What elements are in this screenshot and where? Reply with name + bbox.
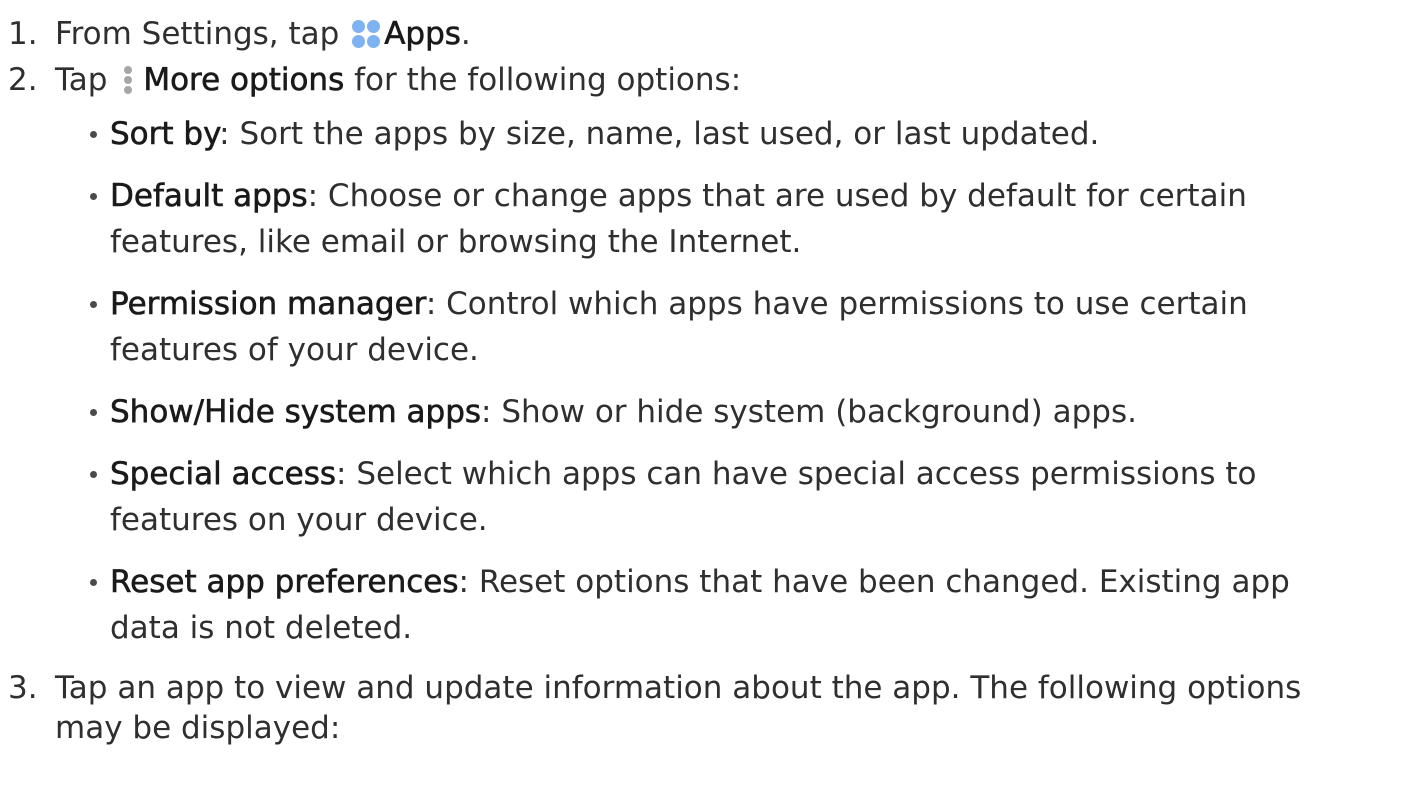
option-desc: : Choose or change apps that are used by… <box>307 178 1247 214</box>
step-text-after: for the following options: <box>354 62 742 98</box>
option-term: Permission manager <box>110 286 426 323</box>
option-text: Default apps: Choose or change apps that… <box>110 176 1400 268</box>
option-term: Default apps <box>110 178 308 215</box>
apps-label: Apps <box>384 16 461 53</box>
option-desc: : Reset options that have been changed. … <box>458 564 1290 600</box>
option-desc-cont: features on your device. <box>110 502 488 538</box>
option-desc-cont: features of your device. <box>110 332 479 368</box>
option-term: Sort by <box>110 116 220 153</box>
step-number: 2. <box>8 62 38 98</box>
option-term: Show/Hide system apps <box>110 394 482 431</box>
more-options-icon <box>121 65 135 95</box>
option-text: Sort by: Sort the apps by size, name, la… <box>110 114 1400 160</box>
option-text: Show/Hide system apps: Show or hide syst… <box>110 392 1400 438</box>
option-term: Reset app preferences <box>110 564 459 601</box>
bullet-icon <box>90 193 97 200</box>
step-text: From Settings, tap Apps. <box>55 14 1405 54</box>
option-text: Permission manager: Control which apps h… <box>110 284 1400 376</box>
more-options-label: More options <box>143 62 345 99</box>
option-text: Special access: Select which apps can ha… <box>110 454 1400 546</box>
step-text: Tap an app to view and update informatio… <box>55 668 1405 748</box>
option-desc: : Control which apps have permissions to… <box>425 286 1248 322</box>
step-text-line: Tap an app to view and update informatio… <box>55 670 1302 706</box>
step-text-before: Tap <box>55 62 108 98</box>
bullet-icon <box>90 471 97 478</box>
bullet-icon <box>90 579 97 586</box>
option-desc: : Sort the apps by size, name, last used… <box>219 116 1100 152</box>
option-desc-cont: data is not deleted. <box>110 610 413 646</box>
step-number: 3. <box>8 670 38 706</box>
step-number: 1. <box>8 16 38 52</box>
option-desc-cont: features, like email or browsing the Int… <box>110 224 802 260</box>
step-text-after: . <box>460 16 471 52</box>
bullet-icon <box>90 301 97 308</box>
step-text: Tap More options for the following optio… <box>55 60 1405 100</box>
step-text-before: From Settings, tap <box>55 16 340 52</box>
option-text: Reset app preferences: Reset options tha… <box>110 562 1400 654</box>
bullet-icon <box>90 409 97 416</box>
option-desc: : Select which apps can have special acc… <box>336 456 1257 492</box>
apps-icon <box>351 19 381 49</box>
step-text-line: may be displayed: <box>55 710 341 746</box>
option-desc: : Show or hide system (background) apps. <box>481 394 1137 430</box>
option-term: Special access <box>110 456 337 493</box>
bullet-icon <box>90 131 97 138</box>
